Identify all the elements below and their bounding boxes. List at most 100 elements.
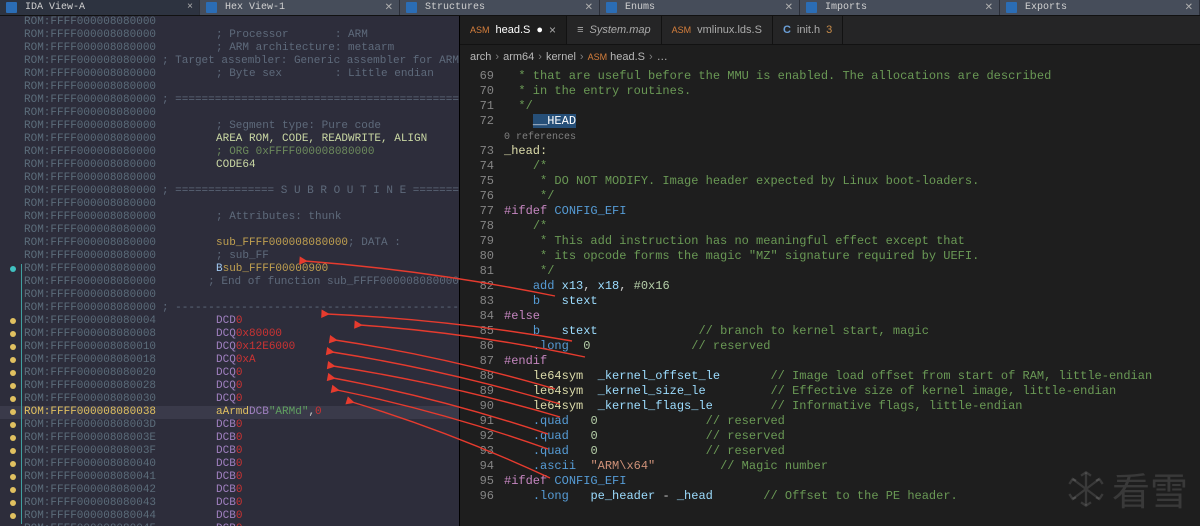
disasm-line[interactable]: ROM:FFFF000008080000 B sub_FFFF00000900 — [0, 263, 459, 276]
ida-tab[interactable]: Hex View-1✕ — [200, 0, 400, 15]
editor-tab[interactable]: ≡ System.map — [567, 16, 662, 44]
disasm-line[interactable]: ROM:FFFF000008080000 — [0, 172, 459, 185]
code-line[interactable]: 86 .long 0 // reserved — [460, 339, 1200, 354]
code-line[interactable]: 71 */ — [460, 99, 1200, 114]
code-line[interactable]: 70 * in the entry routines. — [460, 84, 1200, 99]
close-icon[interactable]: × — [549, 23, 556, 37]
disasm-line[interactable]: ROM:FFFF000008080000 — [0, 224, 459, 237]
disasm-line[interactable]: ROM:FFFF000008080008 DCQ 0x80000 — [0, 328, 459, 341]
code-line[interactable]: 94 .ascii "ARM\x64" // Magic number — [460, 459, 1200, 474]
code-line[interactable]: 75 * DO NOT MODIFY. Image header expecte… — [460, 174, 1200, 189]
breadcrumb-item[interactable]: kernel — [546, 51, 576, 63]
disasm-line[interactable]: ROM:FFFF000008080041 DCB 0 — [0, 471, 459, 484]
gutter-dot — [10, 409, 16, 415]
gutter-dot — [10, 422, 16, 428]
disasm-line[interactable]: ROM:FFFF000008080000 CODE64 — [0, 159, 459, 172]
close-icon[interactable]: × — [187, 2, 193, 13]
code-line[interactable]: 96 .long pe_header - _head // Offset to … — [460, 489, 1200, 504]
code-line[interactable]: 93 .quad 0 // reserved — [460, 444, 1200, 459]
disasm-line[interactable]: ROM:FFFF000008080000 sub_FFFF00000808000… — [0, 237, 459, 250]
disasm-line[interactable]: ROM:FFFF000008080000 ; ORG 0xFFFF0000080… — [0, 146, 459, 159]
code-line[interactable]: 87#endif — [460, 354, 1200, 369]
disasm-line[interactable]: ROM:FFFF00000808003F DCB 0 — [0, 445, 459, 458]
code-line[interactable]: 81 */ — [460, 264, 1200, 279]
disasm-line[interactable]: ROM:FFFF000008080000 AREA ROM, CODE, REA… — [0, 133, 459, 146]
breadcrumb-item[interactable]: arm64 — [503, 51, 534, 63]
disasm-line[interactable]: ROM:FFFF000008080004 DCD 0 — [0, 315, 459, 328]
asm-icon: ASM — [470, 25, 490, 35]
editor-tab[interactable]: ASM vmlinux.lds.S — [662, 16, 773, 44]
ida-tab[interactable]: Exports✕ — [1000, 0, 1200, 15]
disasm-line[interactable]: ROM:FFFF000008080018 DCQ 0xA — [0, 354, 459, 367]
code-line[interactable]: 69 * that are useful before the MMU is e… — [460, 69, 1200, 84]
disasm-line[interactable]: ROM:FFFF000008080000 ; ARM architecture:… — [0, 42, 459, 55]
disasm-line[interactable]: ROM:FFFF000008080000 — [0, 16, 459, 29]
ida-tab[interactable]: Enums✕ — [600, 0, 800, 15]
disasm-line[interactable]: ROM:FFFF000008080040 DCB 0 — [0, 458, 459, 471]
disasm-line[interactable]: ROM:FFFF000008080038 aArmd DCB "ARMd",0 — [0, 406, 459, 419]
line-number: 75 — [460, 174, 504, 189]
ida-tab[interactable]: Imports✕ — [800, 0, 1000, 15]
disasm-line[interactable]: ROM:FFFF000008080000 — [0, 289, 459, 302]
code-line[interactable]: 72 __HEAD — [460, 114, 1200, 129]
code-line[interactable]: 76 */ — [460, 189, 1200, 204]
close-icon[interactable]: ✕ — [585, 2, 593, 14]
ida-disassembly-view[interactable]: ROM:FFFF000008080000 ROM:FFFF00000808000… — [0, 16, 460, 526]
disasm-line[interactable]: ROM:FFFF000008080042 DCB 0 — [0, 484, 459, 497]
code-line[interactable]: 83 b stext — [460, 294, 1200, 309]
code-line[interactable]: 74 /* — [460, 159, 1200, 174]
close-icon[interactable]: ✕ — [985, 2, 993, 14]
ida-tab[interactable]: IDA View-A× — [0, 0, 200, 15]
editor-code[interactable]: 69 * that are useful before the MMU is e… — [460, 69, 1200, 526]
close-icon[interactable]: ✕ — [1185, 2, 1193, 14]
code-line[interactable]: 73_head: — [460, 144, 1200, 159]
breadcrumb-item[interactable]: … — [657, 51, 668, 63]
editor-tab[interactable]: ASM head.S ● × — [460, 16, 567, 44]
disasm-line[interactable]: ROM:FFFF000008080010 DCQ 0x12E6000 — [0, 341, 459, 354]
disasm-line[interactable]: ROM:FFFF000008080000 ; Target assembler:… — [0, 55, 459, 68]
disasm-line[interactable]: ROM:FFFF000008080000 — [0, 107, 459, 120]
disasm-line[interactable]: ROM:FFFF000008080028 DCQ 0 — [0, 380, 459, 393]
code-line[interactable]: 77#ifdef CONFIG_EFI — [460, 204, 1200, 219]
disasm-line[interactable]: ROM:FFFF000008080000 — [0, 198, 459, 211]
disasm-line[interactable]: ROM:FFFF000008080043 DCB 0 — [0, 497, 459, 510]
breadcrumb-item[interactable]: ASM head.S — [588, 51, 645, 63]
disasm-line[interactable]: ROM:FFFF000008080044 DCB 0 — [0, 510, 459, 523]
code-line[interactable]: 92 .quad 0 // reserved — [460, 429, 1200, 444]
disasm-line[interactable]: ROM:FFFF000008080000 ; =================… — [0, 94, 459, 107]
disasm-line[interactable]: ROM:FFFF000008080000 — [0, 81, 459, 94]
close-icon[interactable]: ✕ — [785, 2, 793, 14]
disasm-line[interactable]: ROM:FFFF000008080000 ; Attributes: thunk — [0, 211, 459, 224]
disasm-line[interactable]: ROM:FFFF000008080030 DCQ 0 — [0, 393, 459, 406]
disasm-line[interactable]: ROM:FFFF00000808003D DCB 0 — [0, 419, 459, 432]
disasm-line[interactable]: ROM:FFFF000008080020 DCQ 0 — [0, 367, 459, 380]
address: ROM:FFFF000008080000 — [0, 107, 216, 120]
disasm-line[interactable]: ROM:FFFF000008080000 ; =============== S… — [0, 185, 459, 198]
code-line[interactable]: 84#else — [460, 309, 1200, 324]
close-icon[interactable]: ✕ — [385, 2, 393, 14]
code-line[interactable]: 78 /* — [460, 219, 1200, 234]
code-line[interactable]: 91 .quad 0 // reserved — [460, 414, 1200, 429]
breadcrumb-item[interactable]: arch — [470, 51, 491, 63]
disasm-line[interactable]: ROM:FFFF000008080000 ; End of function s… — [0, 276, 459, 289]
code-line[interactable]: 79 * This add instruction has no meaning… — [460, 234, 1200, 249]
disasm-line[interactable]: ROM:FFFF00000808003E DCB 0 — [0, 432, 459, 445]
code-line[interactable]: 82 add x13, x18, #0x16 — [460, 279, 1200, 294]
disasm-line[interactable]: ROM:FFFF000008080000 ; sub_FF — [0, 250, 459, 263]
gutter-dot — [10, 448, 16, 454]
code-line[interactable]: 89 le64sym _kernel_size_le // Effective … — [460, 384, 1200, 399]
disasm-line[interactable]: ROM:FFFF000008080000 ; Byte sex : Little… — [0, 68, 459, 81]
disasm-line[interactable]: ROM:FFFF000008080000 ; -----------------… — [0, 302, 459, 315]
address: ROM:FFFF000008080041 — [0, 471, 216, 484]
breadcrumb[interactable]: arch ›arm64 ›kernel ›ASM head.S ›… — [460, 45, 1200, 69]
disasm-line[interactable]: ROM:FFFF000008080000 ; Processor : ARM — [0, 29, 459, 42]
ida-tab[interactable]: Structures✕ — [400, 0, 600, 15]
code-line[interactable]: 80 * its opcode forms the magic "MZ" sig… — [460, 249, 1200, 264]
disasm-line[interactable]: ROM:FFFF000008080000 ; Segment type: Pur… — [0, 120, 459, 133]
editor-tab[interactable]: C init.h 3 — [773, 16, 843, 44]
code-line[interactable]: 85 b stext // branch to kernel start, ma… — [460, 324, 1200, 339]
code-line[interactable]: 88 le64sym _kernel_offset_le // Image lo… — [460, 369, 1200, 384]
code-line[interactable]: 95#ifdef CONFIG_EFI — [460, 474, 1200, 489]
code-line[interactable]: 0 references — [460, 129, 1200, 144]
code-line[interactable]: 90 le64sym _kernel_flags_le // Informati… — [460, 399, 1200, 414]
